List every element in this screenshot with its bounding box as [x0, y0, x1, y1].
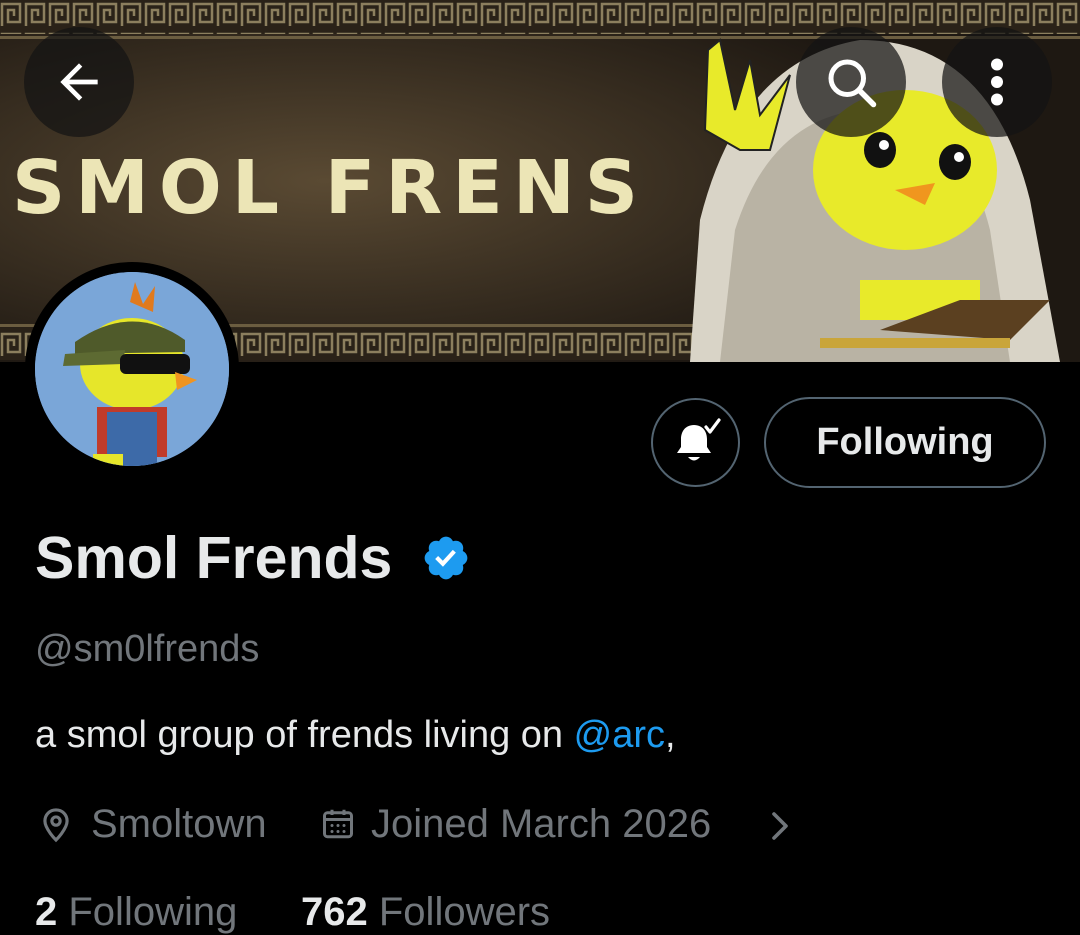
bio-suffix: , — [665, 714, 676, 756]
more-vertical-icon — [991, 58, 1003, 106]
search-button[interactable] — [796, 27, 906, 137]
chevron-right-icon[interactable] — [766, 808, 794, 844]
arrow-left-icon — [60, 63, 98, 101]
user-handle: @sm0lfrends — [35, 628, 260, 670]
back-button[interactable] — [24, 27, 134, 137]
more-options-button[interactable] — [942, 27, 1052, 137]
location-pin-icon — [43, 808, 69, 843]
profile-bio: a smol group of frends living on @arc, — [35, 714, 676, 757]
profile-avatar[interactable] — [25, 262, 239, 476]
banner-title: SMOL FRENS — [12, 145, 648, 231]
bio-mention-link[interactable]: @arc — [574, 714, 665, 756]
following-label: Following — [68, 890, 238, 934]
followers-count: 762 — [301, 890, 368, 934]
bell-check-icon — [676, 417, 721, 460]
joined-date: Joined March 2026 — [371, 802, 712, 846]
followers-count-link[interactable]: 762 Followers — [301, 890, 550, 935]
calendar-icon — [323, 809, 353, 839]
following-count-link[interactable]: 2 Following — [35, 890, 237, 935]
following-count: 2 — [35, 890, 58, 934]
notifications-button[interactable] — [651, 398, 740, 487]
avatar-image — [35, 272, 229, 466]
following-button[interactable]: Following — [764, 397, 1046, 488]
bio-text: a smol group of frends living on — [35, 714, 574, 756]
verified-badge-icon — [424, 536, 468, 580]
display-name: Smol Frends — [35, 525, 393, 591]
followers-label: Followers — [378, 890, 551, 934]
profile-location: Smoltown — [91, 802, 267, 846]
search-icon — [828, 59, 877, 108]
